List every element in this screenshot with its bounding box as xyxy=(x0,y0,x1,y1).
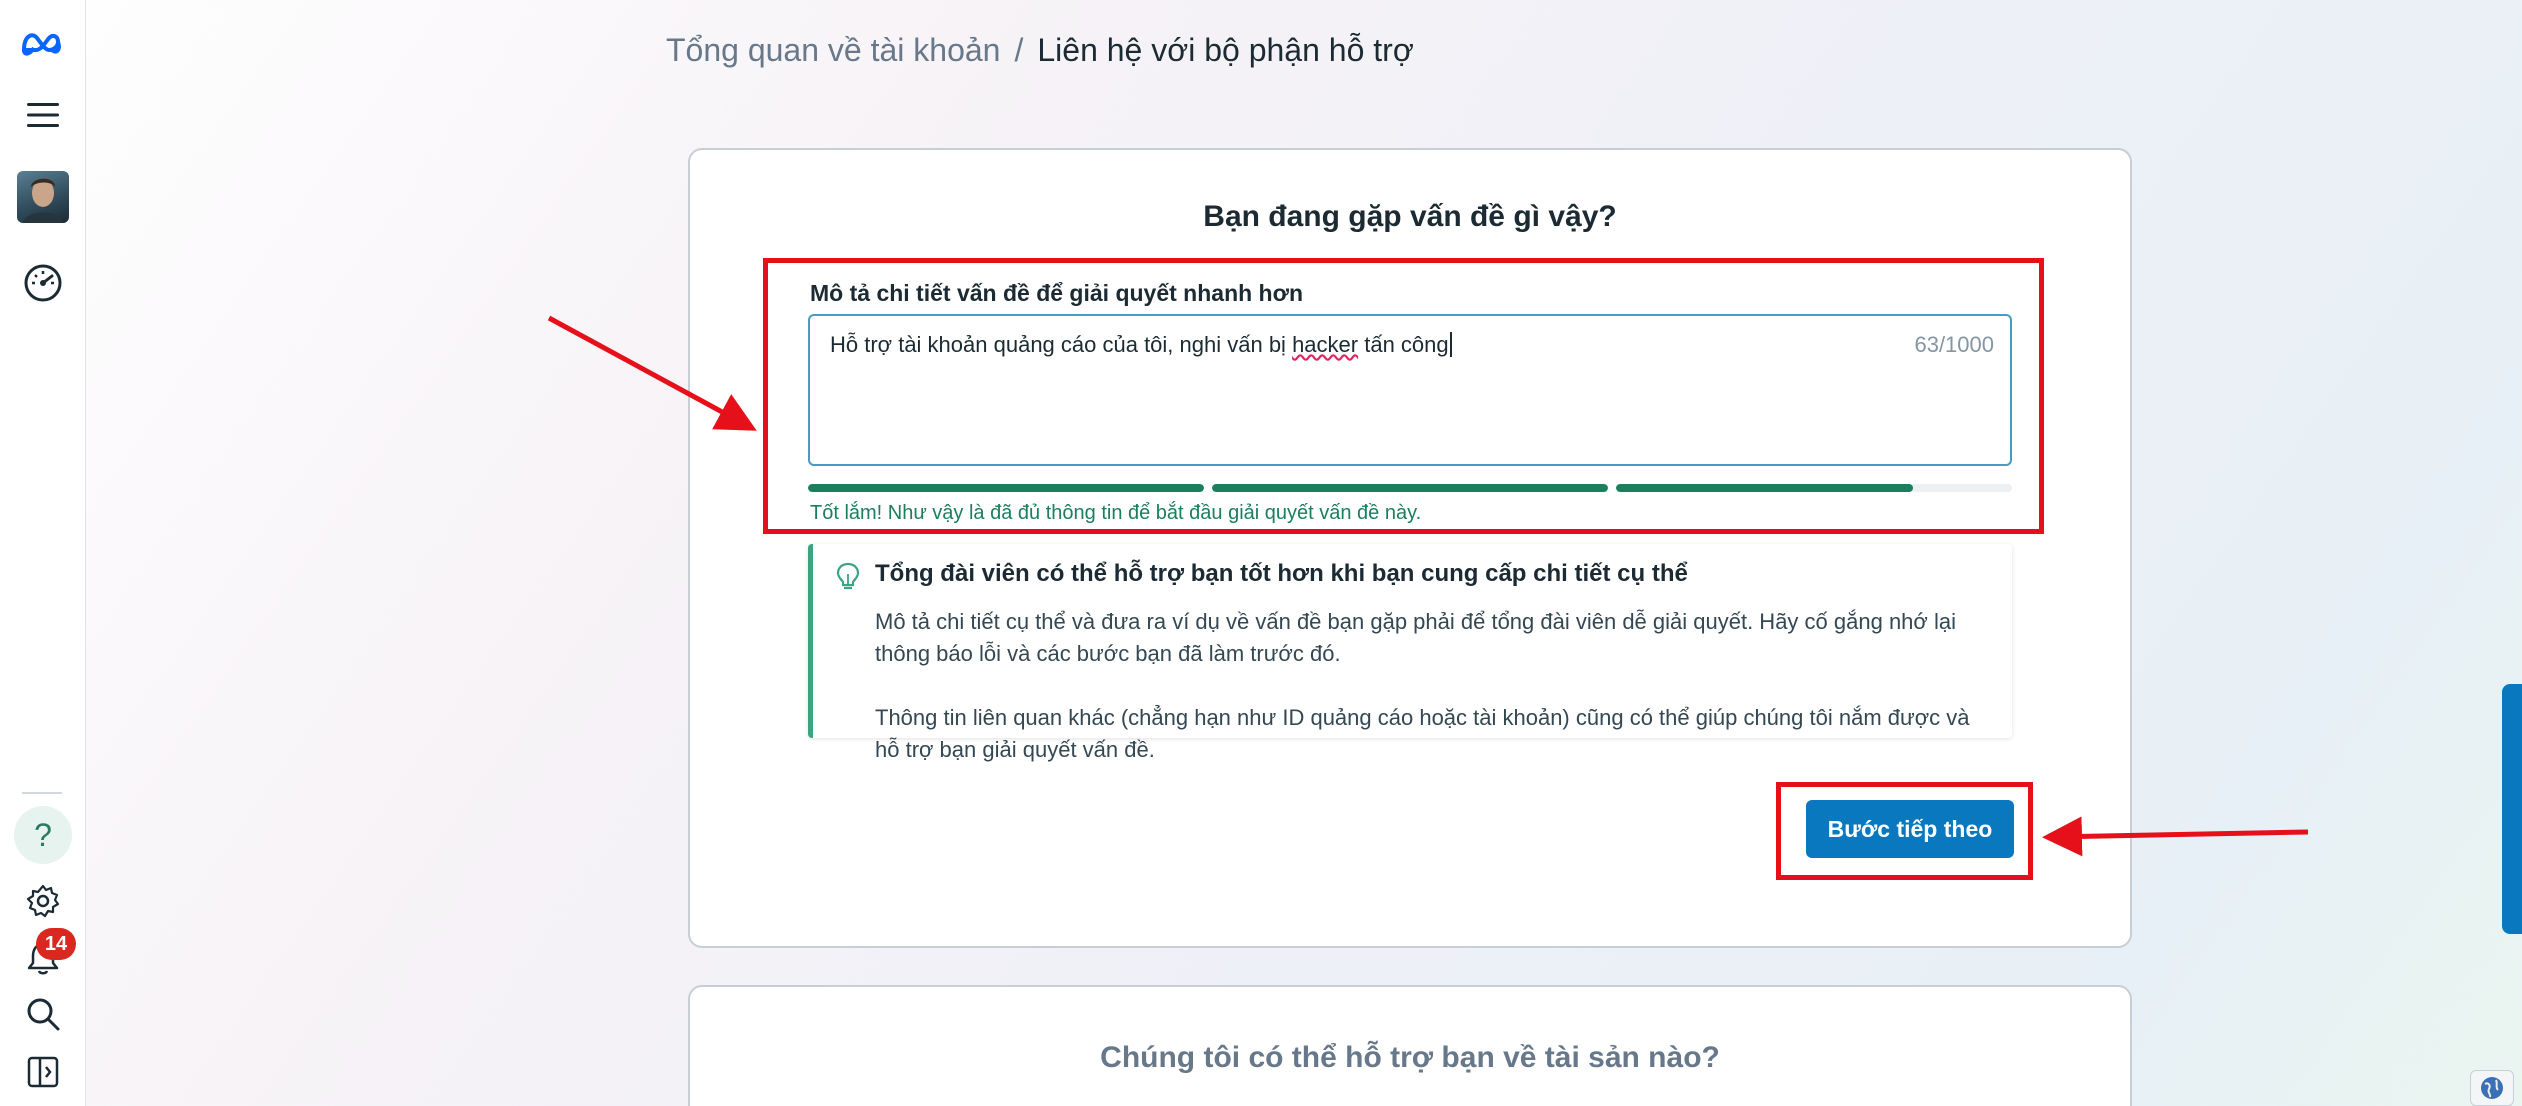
settings-icon[interactable] xyxy=(0,879,86,923)
asset-card: Chúng tôi có thể hỗ trợ bạn về tài sản n… xyxy=(688,985,2132,1106)
sidebar-divider xyxy=(22,792,62,794)
tip-panel: Tổng đài viên có thể hỗ trợ bạn tốt hơn … xyxy=(808,544,2012,762)
avatar-button[interactable] xyxy=(0,170,86,224)
annotation-highlight-box xyxy=(763,258,2044,534)
search-icon[interactable] xyxy=(0,992,86,1036)
globe-icon[interactable] xyxy=(2470,1070,2514,1106)
feedback-tab[interactable] xyxy=(2502,684,2522,934)
avatar xyxy=(17,171,69,223)
meta-logo-icon[interactable] xyxy=(0,18,86,68)
dashboard-icon[interactable] xyxy=(0,258,86,308)
breadcrumb-parent-link[interactable]: Tổng quan về tài khoản xyxy=(666,32,1000,69)
menu-icon[interactable] xyxy=(0,92,86,138)
breadcrumb-separator: / xyxy=(1014,32,1024,68)
panel-toggle-icon[interactable] xyxy=(0,1050,86,1094)
annotation-highlight-box xyxy=(1776,782,2033,880)
help-symbol: ? xyxy=(34,816,52,853)
help-button[interactable]: ? xyxy=(0,805,86,865)
tip-paragraph: Thông tin liên quan khác (chẳng hạn như … xyxy=(875,705,1970,762)
breadcrumb: Tổng quan về tài khoản / Liên hệ với bộ … xyxy=(666,32,1414,69)
help-icon: ? xyxy=(14,806,72,864)
left-sidebar: ? 14 xyxy=(0,0,86,1106)
card-title: Bạn đang gặp vấn đề gì vậy? xyxy=(1203,200,1617,233)
lightbulb-icon xyxy=(835,562,861,597)
tip-title: Tổng đài viên có thể hỗ trợ bạn tốt hơn … xyxy=(875,560,1688,587)
breadcrumb-current: Liên hệ với bộ phận hỗ trợ xyxy=(1037,32,1414,68)
notification-badge: 14 xyxy=(36,928,76,960)
tip-paragraph: Mô tả chi tiết cụ thể và đưa ra ví dụ về… xyxy=(875,609,1956,666)
asset-card-title: Chúng tôi có thể hỗ trợ bạn về tài sản n… xyxy=(1100,1041,1720,1074)
